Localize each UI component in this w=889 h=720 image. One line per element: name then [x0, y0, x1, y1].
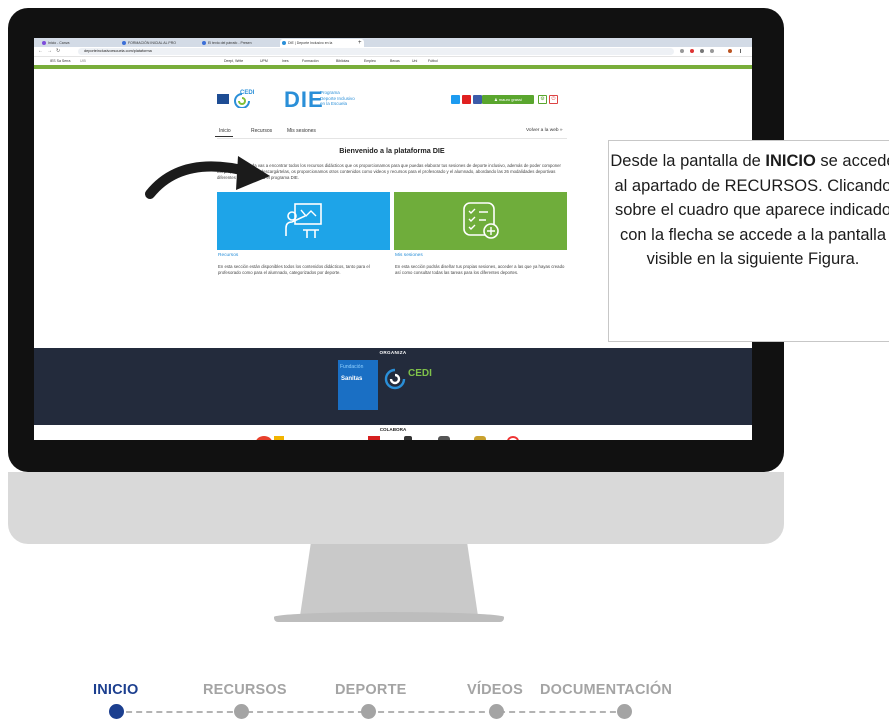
nav-item-inicio[interactable]: Inicio — [219, 126, 231, 136]
profile-icon[interactable] — [710, 49, 714, 53]
bookmark-item[interactable]: Empleo — [364, 57, 376, 65]
step-dot-active[interactable] — [109, 704, 124, 719]
nav-item-mis-sesiones[interactable]: Mis sesiones — [287, 126, 316, 136]
recursos-link[interactable]: Recursos — [218, 253, 238, 258]
arrow-pointer-icon — [145, 156, 270, 199]
new-tab-button[interactable]: + — [358, 39, 368, 47]
colab-logo[interactable] — [274, 436, 284, 440]
browser-tab-active[interactable]: DIE | Deporte Inclusivo en la — [280, 39, 364, 47]
step-dot[interactable] — [617, 704, 632, 719]
cedi-swirl-icon — [384, 368, 406, 390]
step-inicio[interactable]: INICIO — [93, 682, 139, 698]
monitor-stand — [300, 544, 478, 616]
teacher-board-icon — [285, 203, 322, 238]
doc-icon — [202, 41, 206, 45]
colab-logo[interactable] — [507, 436, 519, 440]
browser-tab[interactable]: FORMACIÓN INICIAL AL PRO — [120, 39, 204, 47]
die-logo-subtitle: Programa Deporte Inclusivo en la Escuela — [320, 90, 355, 106]
mis-sesiones-description: En esta sección podrás diseñar tus propi… — [395, 264, 565, 276]
brand-square-icon — [217, 94, 229, 104]
callout-bold-text: INICIO — [765, 152, 816, 170]
colab-logo[interactable] — [256, 436, 272, 440]
browser-toolbar: ← → ↻ deporteinclusivoescuela.com/plataf… — [34, 47, 752, 57]
colab-logo[interactable] — [474, 436, 486, 440]
menu-dots-icon[interactable] — [740, 49, 741, 53]
colab-logo[interactable] — [438, 436, 450, 440]
colab-logo[interactable] — [320, 436, 336, 440]
bookmark-item[interactable]: Deepl, Write — [224, 57, 243, 65]
site-nav: Inicio Recursos Mis sesiones — [215, 126, 567, 139]
step-dot[interactable] — [234, 704, 249, 719]
address-bar-input[interactable]: deporteinclusivoescuela.com/plataforma — [78, 48, 674, 55]
browser-tab-bar: Inicio - Canva FORMACIÓN INICIAL AL PRO … — [34, 38, 752, 47]
colab-logo[interactable] — [368, 436, 380, 440]
step-deporte[interactable]: DEPORTE — [335, 682, 407, 698]
monitor-stand-base — [274, 612, 504, 622]
extension-icon[interactable] — [690, 49, 694, 53]
nav-item-recursos[interactable]: Recursos — [251, 126, 272, 136]
avatar[interactable] — [728, 49, 732, 53]
canva-icon — [42, 41, 46, 45]
fundacion-sanitas-logo[interactable]: Fundación Sanitas — [338, 360, 378, 410]
recursos-description: En esta sección están disponibles todos … — [218, 264, 370, 276]
nav-active-indicator — [215, 136, 233, 137]
bookmark-item[interactable]: Bibliotas — [336, 57, 349, 65]
bookmark-item[interactable]: Fútbol — [428, 57, 438, 65]
step-videos[interactable]: VÍDEOS — [467, 682, 523, 698]
bookmark-item[interactable]: UIB — [80, 57, 86, 65]
organiza-heading: ORGANIZA — [379, 350, 407, 355]
bookmark-item[interactable]: Uni — [412, 57, 417, 65]
extension-icon[interactable] — [700, 49, 704, 53]
back-arrow-icon[interactable]: ← — [38, 48, 43, 55]
cedi-logo-text: CEDI — [240, 90, 255, 96]
power-icon[interactable]: ⏻ — [549, 95, 558, 104]
reload-icon[interactable]: ↻ — [56, 48, 60, 55]
mis-sesiones-link[interactable]: Mis sesiones — [395, 253, 423, 258]
bookmark-item[interactable]: Ines — [282, 57, 289, 65]
monitor-chin — [8, 472, 784, 544]
bookmark-item[interactable]: UPM — [260, 57, 268, 65]
bookmark-item[interactable]: IES Sa Serra — [50, 57, 70, 65]
user-account-button[interactable]: ♟ mauro grassi — [482, 95, 534, 104]
colabora-heading: COLABORA — [379, 427, 407, 432]
callout-text-box: Desde la pantalla de INICIO se accede al… — [608, 140, 889, 342]
twitter-icon[interactable] — [451, 95, 460, 104]
bookmark-item[interactable]: Becas — [390, 57, 400, 65]
site-top-bar — [34, 65, 752, 69]
recursos-card[interactable] — [217, 192, 390, 250]
browser-tab[interactable]: El texto del párrafo - Presen — [200, 39, 284, 47]
youtube-icon[interactable] — [462, 95, 471, 104]
back-to-web-link[interactable]: Volver a la web » — [526, 126, 563, 136]
doc-icon — [122, 41, 126, 45]
step-documentacion[interactable]: DOCUMENTACIÓN — [540, 682, 672, 698]
mis-sesiones-card[interactable] — [394, 192, 567, 250]
step-recursos[interactable]: RECURSOS — [203, 682, 287, 698]
bookmark-item[interactable]: Formación — [302, 57, 319, 65]
browser-tab[interactable]: Inicio - Canva — [40, 39, 124, 47]
star-icon[interactable] — [680, 49, 684, 53]
gear-icon[interactable]: ⚙ — [538, 95, 547, 104]
colab-logo[interactable] — [404, 436, 412, 440]
step-dot[interactable] — [361, 704, 376, 719]
forward-arrow-icon[interactable]: → — [47, 48, 52, 55]
die-favicon-icon — [282, 41, 286, 45]
checklist-add-icon — [463, 202, 499, 239]
die-logo[interactable]: DIE — [284, 87, 324, 113]
step-dot[interactable] — [489, 704, 504, 719]
facebook-icon[interactable] — [473, 95, 482, 104]
